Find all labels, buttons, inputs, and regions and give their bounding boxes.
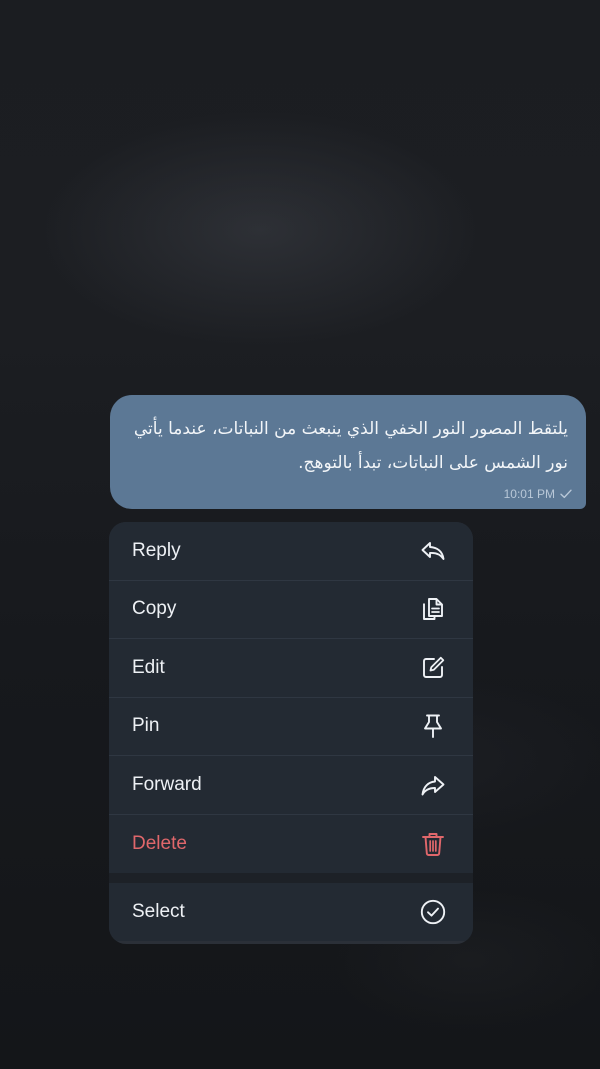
menu-separator bbox=[109, 873, 473, 883]
menu-item-pin[interactable]: Pin bbox=[109, 698, 473, 756]
single-check-icon bbox=[560, 489, 572, 499]
menu-item-label: Delete bbox=[132, 832, 187, 854]
menu-item-copy[interactable]: Copy bbox=[109, 581, 473, 639]
menu-item-forward[interactable]: Forward bbox=[109, 756, 473, 815]
menu-item-delete[interactable]: Delete bbox=[109, 815, 473, 874]
check-circle-icon bbox=[418, 897, 448, 927]
menu-item-label: Reply bbox=[132, 539, 181, 561]
menu-item-label: Select bbox=[132, 901, 185, 922]
reply-icon bbox=[418, 536, 448, 566]
menu-item-label: Forward bbox=[132, 773, 202, 795]
menu-item-label: Edit bbox=[132, 656, 165, 678]
menu-item-label: Pin bbox=[132, 715, 160, 737]
message-meta: 10:01 PM bbox=[504, 487, 572, 501]
trash-icon bbox=[418, 829, 448, 859]
menu-select-group: Select bbox=[109, 883, 473, 941]
menu-actions-group: Reply Copy Edit Pin Forward Delete bbox=[109, 522, 473, 873]
message-text: يلتقط المصور النور الخفي الذي ينبعث من ا… bbox=[133, 419, 568, 473]
pin-icon bbox=[418, 711, 448, 741]
menu-item-select[interactable]: Select bbox=[109, 883, 473, 941]
menu-item-edit[interactable]: Edit bbox=[109, 639, 473, 698]
copy-icon bbox=[418, 594, 448, 624]
menu-item-reply[interactable]: Reply bbox=[109, 522, 473, 581]
forward-icon bbox=[418, 770, 448, 800]
message-context-menu: Reply Copy Edit Pin Forward Delete Selec… bbox=[109, 522, 473, 944]
message-time: 10:01 PM bbox=[503, 487, 555, 501]
message-bubble[interactable]: يلتقط المصور النور الخفي الذي ينبعث من ا… bbox=[110, 395, 586, 509]
edit-icon bbox=[418, 653, 448, 683]
menu-item-label: Copy bbox=[132, 598, 177, 620]
